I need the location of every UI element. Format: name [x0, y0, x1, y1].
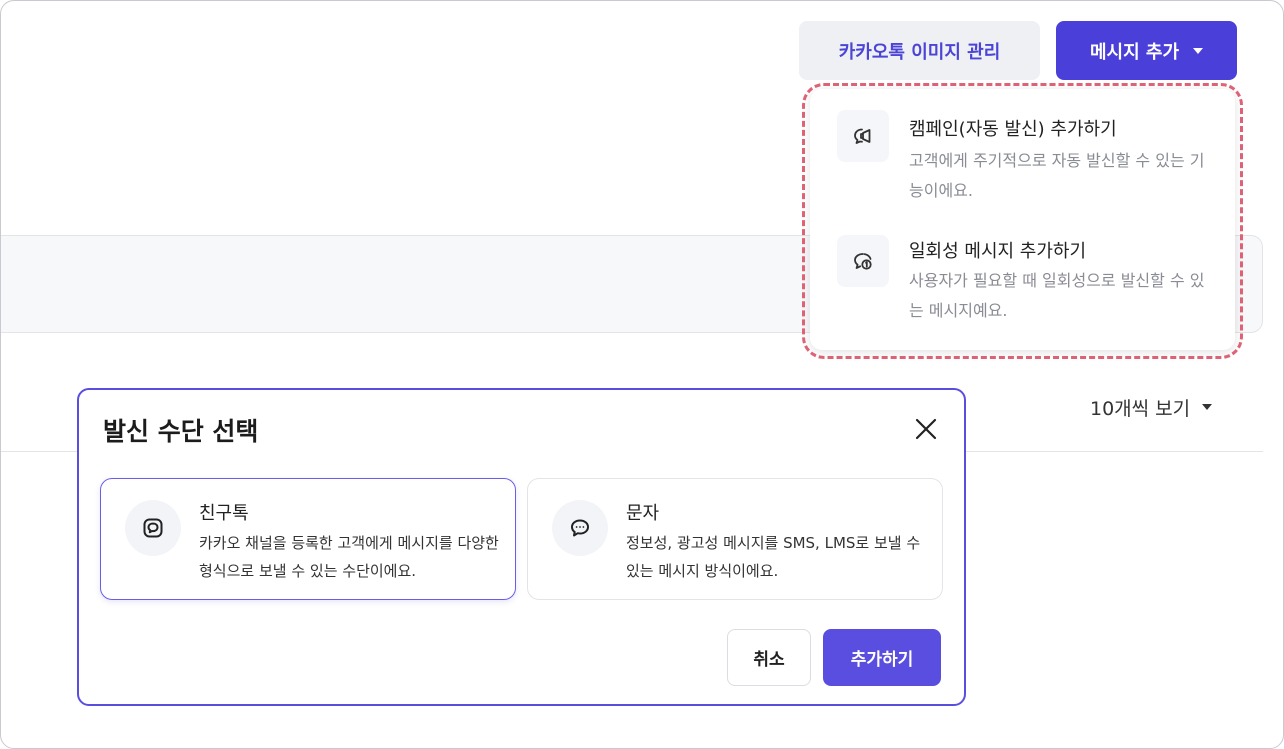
option-sms[interactable]: 문자 정보성, 광고성 메시지를 SMS, LMS로 보낼 수 있는 메시지 방…: [527, 478, 943, 600]
menu-item-campaign-desc: 고객에게 주기적으로 자동 발신할 수 있는 기능이에요.: [909, 151, 1205, 200]
option-sms-title: 문자: [626, 503, 660, 524]
modal-title: 발신 수단 선택: [103, 417, 259, 446]
menu-item-campaign-title: 캠페인(자동 발신) 추가하기: [909, 119, 1117, 140]
menu-item-one-time-message-desc: 사용자가 필요할 때 일회성으로 발신할 수 있는 메시지예요.: [909, 271, 1205, 320]
option-friendtalk-title: 친구톡: [199, 503, 249, 524]
cancel-button[interactable]: 취소: [727, 629, 811, 686]
friendtalk-icon: [125, 500, 181, 556]
sms-icon: [552, 500, 608, 556]
option-friendtalk-desc: 카카오 채널을 등록한 고객에게 메시지를 다양한 형식으로 보낼 수 있는 수…: [199, 534, 499, 580]
campaign-icon: [837, 110, 889, 162]
menu-item-campaign[interactable]: 캠페인(자동 발신) 추가하기 고객에게 주기적으로 자동 발신할 수 있는 기…: [810, 89, 1235, 211]
menu-item-one-time-message[interactable]: 일회성 메시지 추가하기 사용자가 필요할 때 일회성으로 발신할 수 있는 메…: [810, 213, 1235, 335]
page-size-label: 10개씩 보기: [1090, 397, 1191, 420]
add-message-label: 메시지 추가: [1089, 41, 1180, 63]
confirm-add-button[interactable]: 추가하기: [823, 629, 941, 686]
option-friendtalk[interactable]: 친구톡 카카오 채널을 등록한 고객에게 메시지를 다양한 형식으로 보낼 수 …: [100, 478, 516, 600]
manage-kakao-images-button[interactable]: 카카오톡 이미지 관리: [799, 21, 1040, 80]
page-size-select[interactable]: 10개씩 보기: [1090, 394, 1213, 420]
close-icon[interactable]: [911, 414, 941, 444]
app-frame: 카카오톡 이미지 관리 메시지 추가 10개씩 보기 캠페인(자동 발신) 추가…: [0, 0, 1284, 749]
caret-down-icon: [1193, 47, 1204, 54]
select-channel-modal: 발신 수단 선택 친구톡 카카오 채널을 등록한 고객에게 메시지를 다양한 형…: [77, 388, 966, 706]
menu-item-one-time-message-title: 일회성 메시지 추가하기: [909, 241, 1087, 262]
add-message-dropdown: 캠페인(자동 발신) 추가하기 고객에게 주기적으로 자동 발신할 수 있는 기…: [810, 89, 1235, 350]
caret-down-icon: [1202, 404, 1213, 410]
option-sms-desc: 정보성, 광고성 메시지를 SMS, LMS로 보낼 수 있는 메시지 방식이에…: [626, 534, 921, 580]
add-message-button[interactable]: 메시지 추가: [1056, 21, 1237, 80]
one-time-message-icon: [837, 235, 889, 287]
manage-kakao-images-label: 카카오톡 이미지 관리: [838, 41, 1001, 63]
